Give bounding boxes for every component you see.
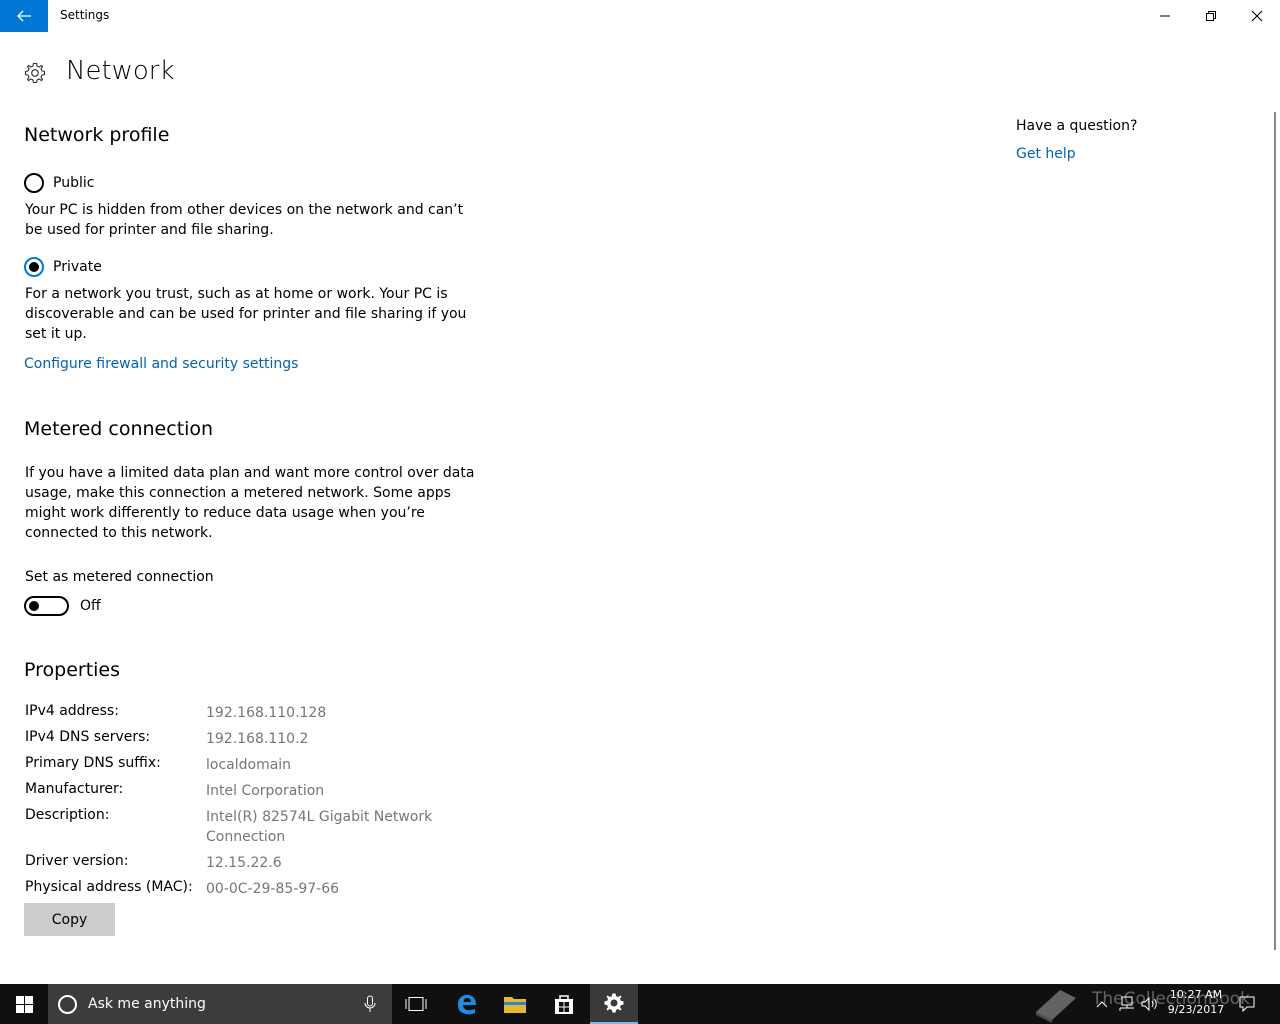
page-title: Network — [66, 56, 175, 86]
close-button[interactable] — [1234, 0, 1280, 32]
scrollbar[interactable] — [1274, 112, 1276, 950]
store-icon — [555, 995, 573, 1014]
metered-toggle-label: Set as metered connection — [25, 569, 214, 585]
configure-firewall-link[interactable]: Configure firewall and security settings — [24, 356, 298, 372]
back-button[interactable] — [0, 0, 48, 32]
back-arrow-icon — [17, 10, 31, 22]
gear-icon — [24, 62, 46, 84]
metered-toggle-state: Off — [80, 598, 101, 614]
radio-public-circle[interactable] — [24, 173, 44, 193]
get-help-link[interactable]: Get help — [1016, 146, 1076, 162]
file-explorer-button[interactable] — [491, 984, 539, 1024]
clock-time: 10:27 AM — [1169, 988, 1223, 1001]
taskbar: Ask me anything TheCollectionBook 10:27 … — [0, 984, 1280, 1024]
folder-icon — [504, 997, 526, 1013]
prop-label-manufacturer: Manufacturer: — [25, 781, 124, 797]
network-profile-heading: Network profile — [24, 124, 170, 146]
title-bar: Settings — [0, 0, 1280, 32]
action-center-button[interactable] — [1236, 984, 1258, 1024]
restore-icon — [1206, 11, 1216, 21]
prop-value-description: Intel(R) 82574L Gigabit Network Connecti… — [206, 809, 433, 845]
notification-icon — [1239, 996, 1255, 1012]
radio-private[interactable]: Private — [24, 257, 102, 277]
edge-icon — [458, 994, 476, 1015]
prop-label-driver: Driver version: — [25, 853, 129, 869]
tray-overflow-button[interactable] — [1094, 984, 1110, 1024]
clock[interactable]: 10:27 AM 9/23/2017 — [1160, 987, 1232, 1017]
network-tray-button[interactable] — [1116, 984, 1136, 1024]
radio-private-label: Private — [53, 259, 102, 275]
minimize-icon — [1160, 15, 1170, 17]
cortana-icon — [58, 994, 77, 1014]
task-view-button[interactable] — [392, 984, 440, 1024]
network-icon — [1119, 996, 1134, 1011]
prop-value-driver: 12.15.22.6 — [206, 855, 282, 871]
copy-button[interactable]: Copy — [24, 903, 115, 936]
prop-value-dns: 192.168.110.2 — [206, 731, 309, 747]
toggle-knob — [29, 601, 39, 611]
prop-label-ipv4: IPv4 address: — [25, 703, 119, 719]
chevron-up-icon — [1096, 1001, 1108, 1008]
prop-value-dns-suffix: localdomain — [206, 757, 292, 773]
volume-tray-button[interactable] — [1140, 984, 1160, 1024]
windows-logo-icon — [15, 995, 33, 1013]
metered-connection-heading: Metered connection — [24, 418, 214, 440]
radio-public-label: Public — [53, 175, 95, 191]
metered-description: If you have a limited data plan and want… — [25, 465, 475, 541]
watermark-logo-icon — [1036, 990, 1076, 1023]
help-question: Have a question? — [1016, 118, 1138, 134]
prop-value-manufacturer: Intel Corporation — [206, 783, 325, 799]
search-placeholder: Ask me anything — [88, 996, 206, 1012]
search-box[interactable]: Ask me anything — [48, 984, 392, 1024]
prop-label-dns-suffix: Primary DNS suffix: — [25, 755, 161, 771]
settings-taskbar-button[interactable] — [590, 984, 638, 1024]
close-icon — [1251, 10, 1263, 22]
edge-button[interactable] — [443, 984, 491, 1024]
restore-button[interactable] — [1188, 0, 1234, 32]
radio-private-circle[interactable] — [24, 257, 44, 277]
private-description: For a network you trust, such as at home… — [25, 286, 467, 342]
start-button[interactable] — [0, 984, 48, 1024]
task-view-icon — [405, 997, 427, 1011]
clock-date: 9/23/2017 — [1167, 1003, 1225, 1016]
public-description: Your PC is hidden from other devices on … — [25, 202, 464, 238]
metered-toggle[interactable] — [24, 596, 69, 616]
properties-heading: Properties — [24, 659, 121, 681]
radio-public[interactable]: Public — [24, 173, 94, 193]
prop-value-mac: 00-0C-29-85-97-66 — [206, 881, 340, 897]
prop-label-mac: Physical address (MAC): — [25, 879, 193, 895]
gear-icon — [604, 993, 624, 1013]
volume-icon — [1141, 996, 1157, 1012]
app-title: Settings — [60, 8, 110, 22]
prop-value-ipv4: 192.168.110.128 — [206, 705, 327, 721]
prop-label-description: Description: — [25, 807, 110, 823]
microphone-icon[interactable] — [362, 995, 378, 1013]
store-button[interactable] — [540, 984, 588, 1024]
prop-label-dns: IPv4 DNS servers: — [25, 729, 151, 745]
minimize-button[interactable] — [1142, 0, 1188, 32]
